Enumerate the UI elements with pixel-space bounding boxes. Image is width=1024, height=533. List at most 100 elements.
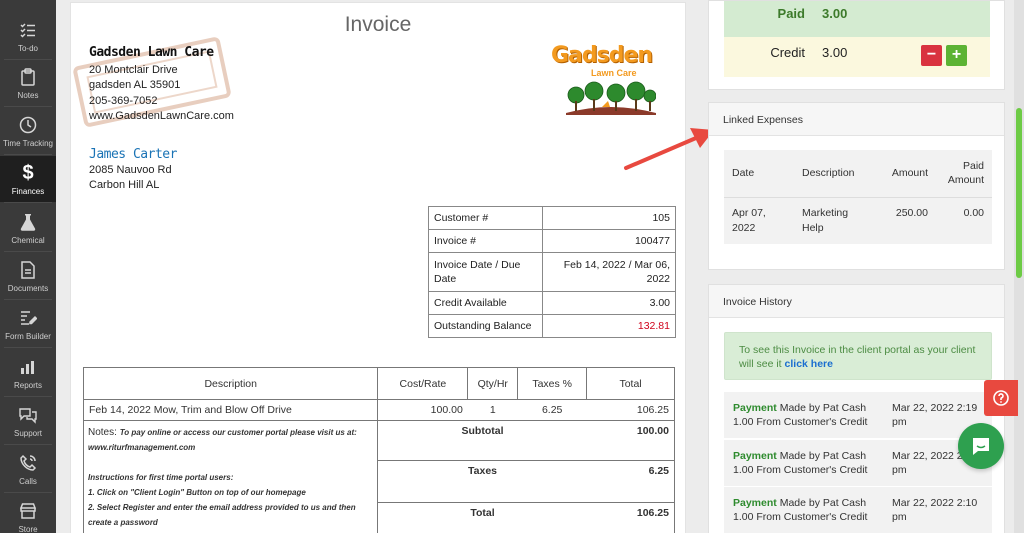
question-icon	[993, 390, 1009, 406]
bar-chart-icon	[17, 356, 39, 378]
chat-launcher-button[interactable]	[958, 423, 1004, 469]
history-type: Payment	[733, 402, 777, 414]
client-portal-link[interactable]: click here	[785, 358, 833, 370]
clipboard-icon	[17, 66, 39, 88]
info-label: Customer #	[428, 206, 543, 230]
store-icon	[17, 500, 39, 522]
phone-icon	[17, 452, 39, 474]
sidebar-item-time-tracking[interactable]: Time Tracking	[0, 108, 56, 155]
info-label: Invoice Date / Due Date	[428, 252, 543, 292]
history-time: Mar 22, 2022 2:10 pm	[892, 497, 978, 523]
increase-credit-button[interactable]: +	[946, 45, 967, 66]
chat-bubbles-icon	[17, 404, 39, 426]
trees-icon	[566, 81, 656, 115]
company-name: Gadsden Lawn Care	[89, 45, 214, 60]
col-description: Description	[794, 150, 878, 198]
client-portal-notice: To see this Invoice in the client portal…	[724, 332, 992, 380]
notes-line2: Instructions for first time portal users…	[88, 473, 234, 482]
sidebar-item-chemical[interactable]: Chemical	[0, 205, 56, 252]
invoice-history-title: Invoice History	[709, 285, 1004, 318]
invoice-info-table: Customer # 105 Invoice # 100477 Invoice …	[428, 206, 676, 338]
document-icon	[17, 259, 39, 281]
sidebar-item-finances[interactable]: $ Finances	[0, 156, 56, 203]
expense-description: Marketing Help	[794, 197, 878, 244]
taxes-value: 6.25	[586, 460, 675, 503]
info-label: Outstanding Balance	[428, 314, 543, 338]
customer-info: James Carter 2085 Nauvoo Rd Carbon Hill …	[89, 147, 177, 193]
linked-expenses-panel: Linked Expenses Date Description Amount …	[708, 102, 1005, 270]
form-edit-icon	[17, 307, 39, 329]
info-label: Credit Available	[428, 291, 543, 315]
invoice-document: Invoice Gadsden Lawn Care 20 Montclair D…	[70, 2, 686, 533]
table-row[interactable]: Apr 07, 2022 Marketing Help 250.00 0.00	[724, 197, 992, 244]
sidebar-item-label: Notes	[17, 91, 39, 100]
sidebar-item-label: Documents	[7, 284, 49, 293]
info-label: Invoice #	[428, 229, 543, 253]
sidebar-item-label: Finances	[11, 187, 45, 196]
subtotal-value: 100.00	[586, 420, 675, 461]
sidebar: To-do Notes Time Tracking $ Finances Che…	[0, 0, 56, 533]
customer-address-line1: 2085 Nauvoo Rd	[89, 164, 172, 176]
sidebar-item-label: Calls	[19, 477, 37, 486]
notes-line1: To pay online or access our customer por…	[88, 428, 357, 452]
sidebar-item-notes[interactable]: Notes	[0, 60, 56, 107]
company-phone: 205-369-7052	[89, 94, 158, 107]
table-header-row: Date Description Amount Paid Amount	[724, 150, 992, 198]
item-description: Feb 14, 2022 Mow, Trim and Blow Off Driv…	[82, 399, 379, 421]
history-item: Payment Made by Pat Cash 1.00 From Custo…	[724, 392, 992, 438]
sidebar-item-calls[interactable]: Calls	[0, 446, 56, 493]
clock-icon	[17, 114, 39, 136]
col-amount: Amount	[878, 150, 936, 198]
col-qty-hr: Qty/Hr	[467, 367, 519, 400]
paid-label: Paid	[777, 6, 805, 21]
info-value: Feb 14, 2022 / Mar 06, 2022	[542, 252, 676, 292]
logo-title: Gadsden	[551, 43, 653, 68]
sidebar-item-label: Chemical	[11, 236, 45, 245]
checklist-icon	[17, 19, 39, 41]
company-website: www.GadsdenLawnCare.com	[89, 110, 234, 122]
company-address-line1: 20 Montclair Drive	[89, 63, 178, 76]
help-button[interactable]	[984, 380, 1018, 416]
item-total: 106.25	[586, 399, 675, 421]
sidebar-item-documents[interactable]: Documents	[0, 253, 56, 300]
company-info: Gadsden Lawn Care 20 Montclair Drive gad…	[89, 45, 234, 125]
sidebar-item-label: Form Builder	[5, 332, 51, 341]
expense-paid-amount: 0.00	[936, 197, 992, 244]
col-date: Date	[724, 150, 794, 198]
outstanding-balance-value: 132.81	[542, 314, 676, 338]
table-row: Credit Available 3.00	[428, 291, 676, 315]
history-item: Payment Made by Pat Cash 1.00 From Custo…	[724, 440, 992, 486]
sidebar-item-label: Store	[18, 525, 38, 533]
sidebar-item-reports[interactable]: Reports	[0, 350, 56, 397]
sidebar-item-todo[interactable]: To-do	[0, 13, 56, 60]
table-row: Invoice Date / Due Date Feb 14, 2022 / M…	[428, 252, 676, 292]
table-row: Invoice # 100477	[428, 229, 676, 253]
subtotal-label: Subtotal	[377, 420, 587, 461]
decrease-credit-button[interactable]: −	[921, 45, 942, 66]
credit-row: Credit 3.00 − +	[724, 37, 990, 77]
table-row: Feb 14, 2022 Mow, Trim and Blow Off Driv…	[82, 399, 675, 421]
sidebar-item-support[interactable]: Support	[0, 398, 56, 445]
sidebar-item-form-builder[interactable]: Form Builder	[0, 301, 56, 348]
notice-text: To see this Invoice in the client portal…	[739, 344, 976, 370]
notes-label: Notes:	[88, 427, 117, 438]
info-value: 3.00	[542, 291, 676, 315]
col-paid-amount: Paid Amount	[936, 150, 992, 198]
item-taxes: 6.25	[517, 399, 587, 421]
invoice-title: Invoice	[344, 13, 412, 36]
sidebar-item-label: Support	[13, 429, 43, 438]
payment-summary-panel: Paid 3.00 Credit 3.00 − +	[708, 0, 1005, 90]
sidebar-item-store[interactable]: Store	[0, 494, 56, 533]
history-type: Payment	[733, 497, 777, 509]
sidebar-item-label: Reports	[13, 381, 42, 390]
customer-address-line2: Carbon Hill AL	[89, 179, 160, 191]
scrollbar-thumb[interactable]	[1016, 108, 1022, 278]
chat-icon	[973, 438, 989, 455]
notes-line4: 2. Select Register and enter the email a…	[88, 503, 356, 527]
col-total: Total	[586, 367, 675, 400]
table-row: Notes: To pay online or access our custo…	[82, 420, 675, 533]
flask-icon	[17, 211, 39, 233]
customer-name[interactable]: James Carter	[89, 147, 177, 162]
table-row: Outstanding Balance 132.81	[428, 314, 676, 338]
col-description: Description	[82, 367, 379, 400]
